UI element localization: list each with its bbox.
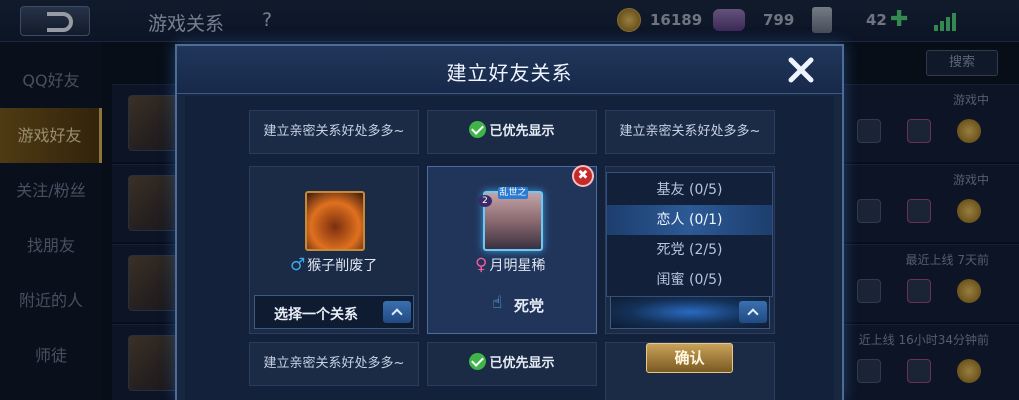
dropdown-option-best-friend[interactable]: 死党 (2/5) <box>607 235 772 265</box>
relation-select[interactable]: 选择一个关系 <box>254 295 414 329</box>
pointer-hand-icon: ☝ <box>492 293 503 313</box>
current-relation: 死党 <box>514 297 545 315</box>
priority-shown-text: 已优先显示 <box>489 124 555 139</box>
priority-shown-label: 已优先显示 <box>427 110 597 154</box>
check-icon <box>469 353 487 370</box>
female-icon: ♀ <box>475 255 488 275</box>
friend-name: ♀ 月明星稀 <box>475 255 545 275</box>
friend-card-left[interactable]: ♂ 猴子削废了 选择一个关系 <box>249 166 419 334</box>
confirm-button[interactable]: 确认 <box>646 343 733 373</box>
friend-name: ♂ 猴子削废了 <box>290 255 377 275</box>
dropdown-option-lover[interactable]: 恋人 (0/1) <box>607 205 772 235</box>
dialog-header: 建立好友关系 <box>177 46 842 94</box>
check-icon <box>469 121 487 138</box>
dropdown-option-besties[interactable]: 闺蜜 (0/5) <box>607 265 772 295</box>
priority-shown-label: 已优先显示 <box>427 342 597 386</box>
male-icon: ♂ <box>290 255 306 275</box>
friend-name-text: 猴子削废了 <box>307 258 378 274</box>
benefit-tip: 建立亲密关系好处多多~ <box>605 110 775 154</box>
relation-select-label: 选择一个关系 <box>274 307 358 323</box>
avatar <box>483 191 543 251</box>
benefit-tip: 建立亲密关系好处多多~ <box>249 342 419 386</box>
build-relationship-dialog: 建立好友关系 建立亲密关系好处多多~ 已优先显示 建立亲密关系好处多多~ ♂ 猴子… <box>175 44 844 400</box>
chevron-up-icon[interactable] <box>739 301 767 323</box>
avatar <box>305 191 365 251</box>
dialog-title: 建立好友关系 <box>446 61 573 85</box>
close-icon[interactable] <box>783 52 819 88</box>
relation-dropdown: 基友 (0/5) 恋人 (0/1) 死党 (2/5) 闺蜜 (0/5) <box>606 172 773 297</box>
benefit-tip: 建立亲密关系好处多多~ <box>249 110 419 154</box>
priority-shown-text: 已优先显示 <box>489 356 555 371</box>
chevron-up-icon[interactable] <box>383 301 411 323</box>
frame-title-badge: 乱世之 <box>498 187 528 199</box>
relation-select[interactable] <box>610 295 770 329</box>
friend-card-mid[interactable]: 乱世之 2 ♀ 月明星稀 ☝ 死党 ✖ <box>427 165 597 334</box>
remove-icon[interactable]: ✖ <box>572 165 594 187</box>
level-badge: 2 <box>478 195 492 207</box>
dropdown-option-buddy[interactable]: 基友 (0/5) <box>607 175 772 205</box>
friend-name-text: 月明星稀 <box>489 258 546 274</box>
